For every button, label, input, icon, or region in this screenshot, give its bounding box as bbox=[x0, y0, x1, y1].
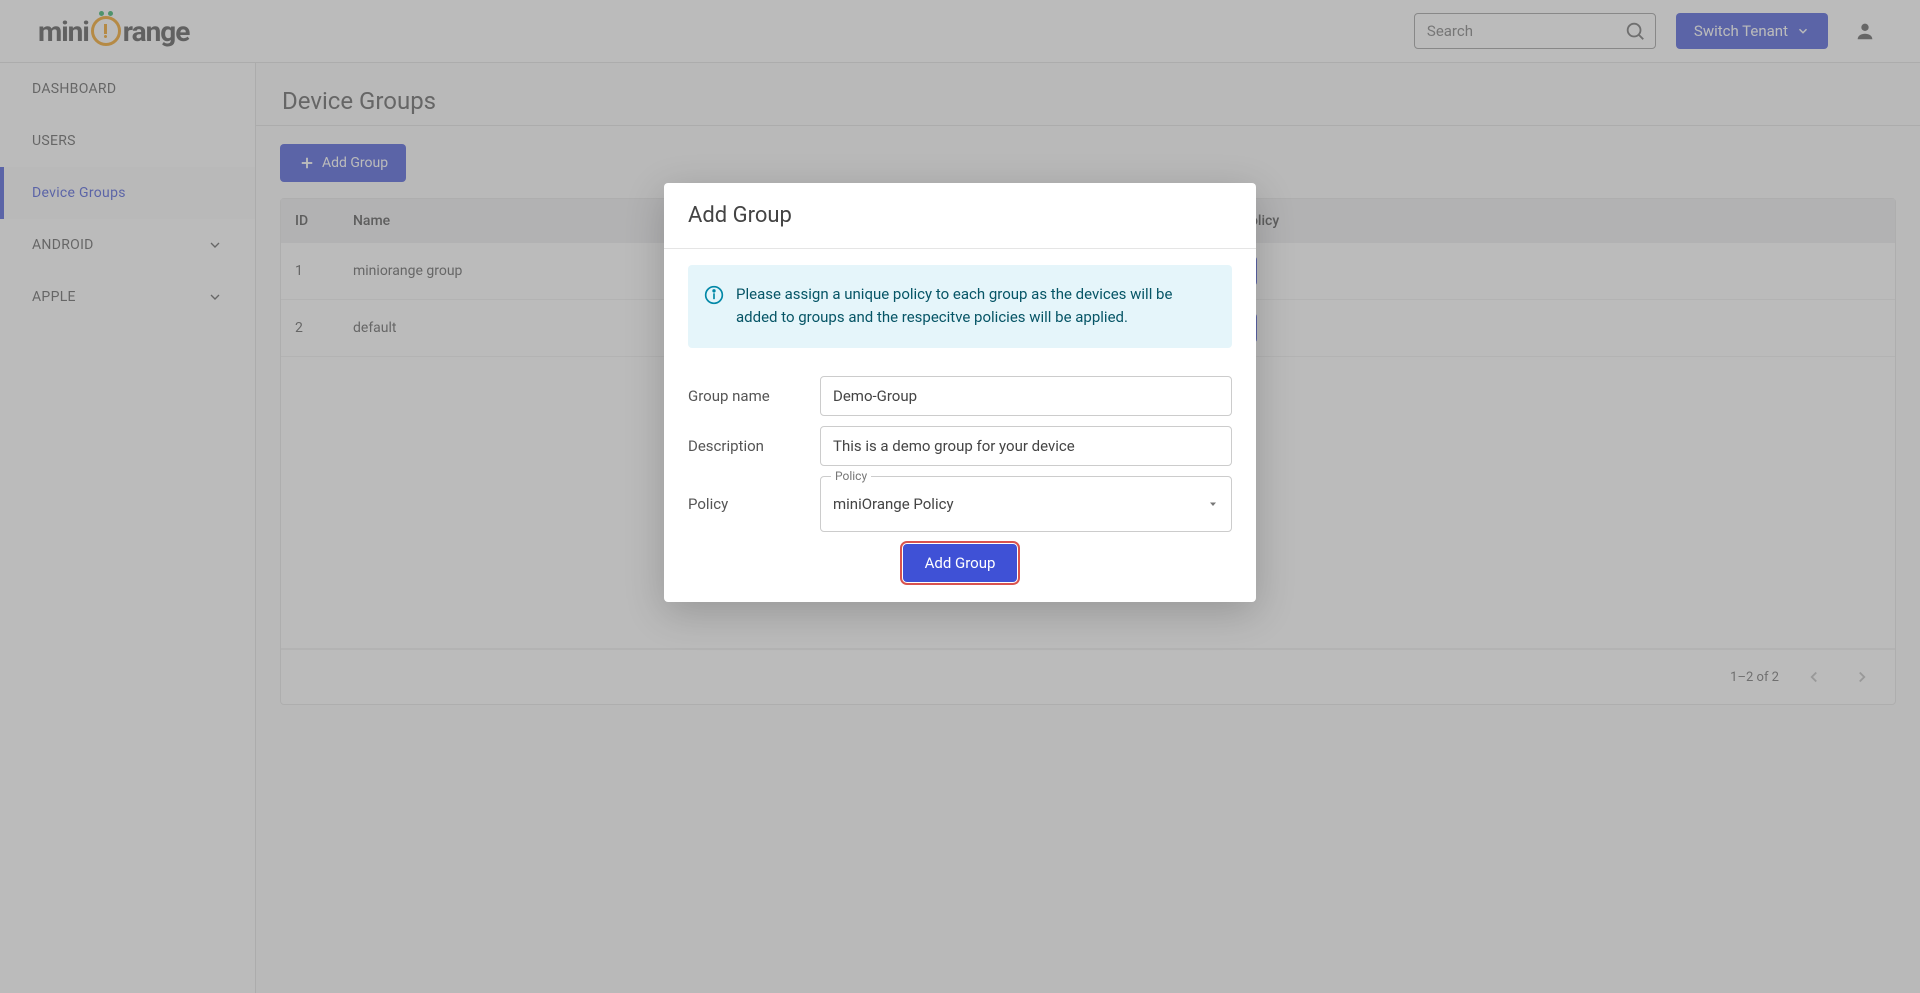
info-text: Please assign a unique policy to each gr… bbox=[736, 283, 1216, 330]
info-icon bbox=[704, 285, 724, 330]
add-group-modal: Add Group Please assign a unique policy … bbox=[664, 183, 1256, 602]
description-label: Description bbox=[688, 437, 808, 455]
description-input[interactable] bbox=[820, 426, 1232, 466]
modal-overlay[interactable]: Add Group Please assign a unique policy … bbox=[0, 0, 1920, 993]
caret-down-icon bbox=[1207, 498, 1219, 510]
modal-title: Add Group bbox=[664, 183, 1256, 248]
policy-selected-value: miniOrange Policy bbox=[833, 495, 954, 513]
info-alert: Please assign a unique policy to each gr… bbox=[688, 265, 1232, 348]
group-name-input[interactable] bbox=[820, 376, 1232, 416]
policy-label: Policy bbox=[688, 495, 808, 513]
policy-select[interactable]: Policy miniOrange Policy bbox=[820, 476, 1232, 532]
group-name-label: Group name bbox=[688, 387, 808, 405]
modal-add-group-button[interactable]: Add Group bbox=[903, 544, 1018, 582]
policy-float-label: Policy bbox=[831, 469, 871, 483]
